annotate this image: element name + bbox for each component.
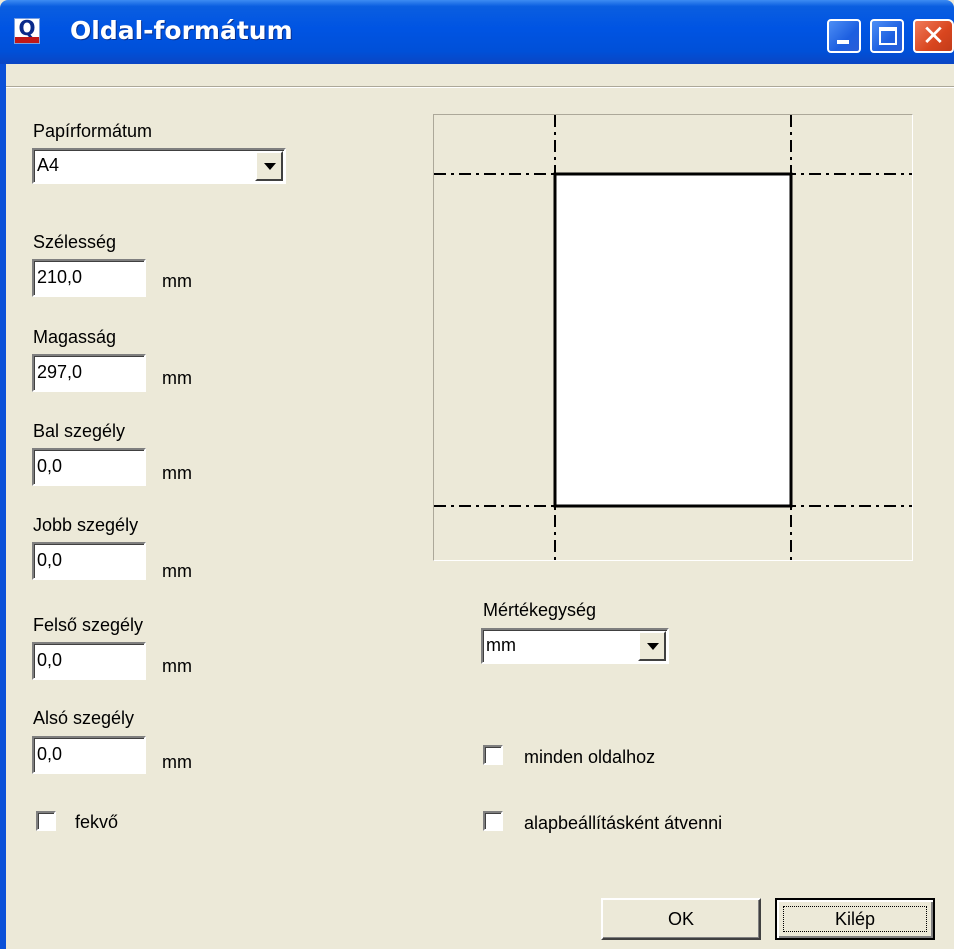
- landscape-checkbox[interactable]: [36, 811, 56, 831]
- height-input[interactable]: 297,0: [32, 354, 146, 392]
- page-preview: [433, 114, 913, 561]
- ok-button-label: OK: [667, 909, 694, 929]
- left-margin-input[interactable]: 0,0: [32, 448, 146, 486]
- as-default-label[interactable]: alapbeállításként átvenni: [524, 812, 722, 834]
- all-pages-checkbox[interactable]: [483, 745, 503, 765]
- bottom-margin-input[interactable]: 0,0: [32, 736, 146, 774]
- chevron-down-icon: [647, 643, 659, 650]
- exit-button[interactable]: Kilép: [775, 898, 935, 940]
- as-default-checkbox[interactable]: [483, 811, 503, 831]
- ok-button[interactable]: OK: [601, 898, 761, 940]
- paper-format-dropdown-button[interactable]: [255, 151, 283, 181]
- unit-dropdown-button[interactable]: [638, 631, 666, 661]
- title-bar[interactable]: Q Oldal-formátum ✕: [0, 0, 954, 64]
- height-label: Magasság: [33, 327, 117, 347]
- minimize-icon: [837, 40, 849, 44]
- unit-label: Mértékegység: [483, 600, 597, 620]
- close-icon: ✕: [921, 19, 946, 52]
- unit-select[interactable]: mm: [481, 628, 669, 664]
- height-unit: mm: [162, 368, 192, 388]
- right-margin-input[interactable]: 0,0: [32, 542, 146, 580]
- unit-select-value: mm: [486, 635, 516, 655]
- left-margin-label: Bal szegély: [33, 421, 126, 441]
- bottom-margin-unit: mm: [162, 752, 192, 772]
- page-sheet: [555, 174, 791, 506]
- exit-button-label: Kilép: [834, 909, 876, 929]
- landscape-label[interactable]: fekvő: [75, 811, 118, 833]
- paper-format-select[interactable]: A4: [32, 148, 286, 184]
- window-border: [0, 64, 6, 949]
- page-preview-drawing: [434, 115, 912, 560]
- chevron-down-icon: [264, 163, 276, 170]
- right-margin-unit: mm: [162, 561, 192, 581]
- top-margin-unit: mm: [162, 656, 192, 676]
- top-margin-label: Felső szegély: [33, 615, 144, 635]
- separator: [6, 86, 954, 88]
- bottom-margin-label: Alsó szegély: [33, 708, 135, 728]
- all-pages-label[interactable]: minden oldalhoz: [524, 746, 655, 768]
- app-icon[interactable]: Q: [14, 16, 40, 44]
- right-margin-label: Jobb szegély: [33, 515, 139, 535]
- top-margin-input[interactable]: 0,0: [32, 642, 146, 680]
- width-unit: mm: [162, 271, 192, 291]
- window-title: Oldal-formátum: [70, 16, 293, 45]
- width-input[interactable]: 210,0: [32, 259, 146, 297]
- maximize-icon: [879, 27, 897, 45]
- minimize-button[interactable]: [827, 19, 861, 53]
- maximize-button[interactable]: [870, 19, 904, 53]
- width-label: Szélesség: [33, 232, 117, 252]
- close-button[interactable]: ✕: [913, 19, 954, 53]
- left-margin-unit: mm: [162, 463, 192, 483]
- paper-format-value: A4: [37, 155, 60, 175]
- paper-format-label: Papírformátum: [33, 121, 153, 141]
